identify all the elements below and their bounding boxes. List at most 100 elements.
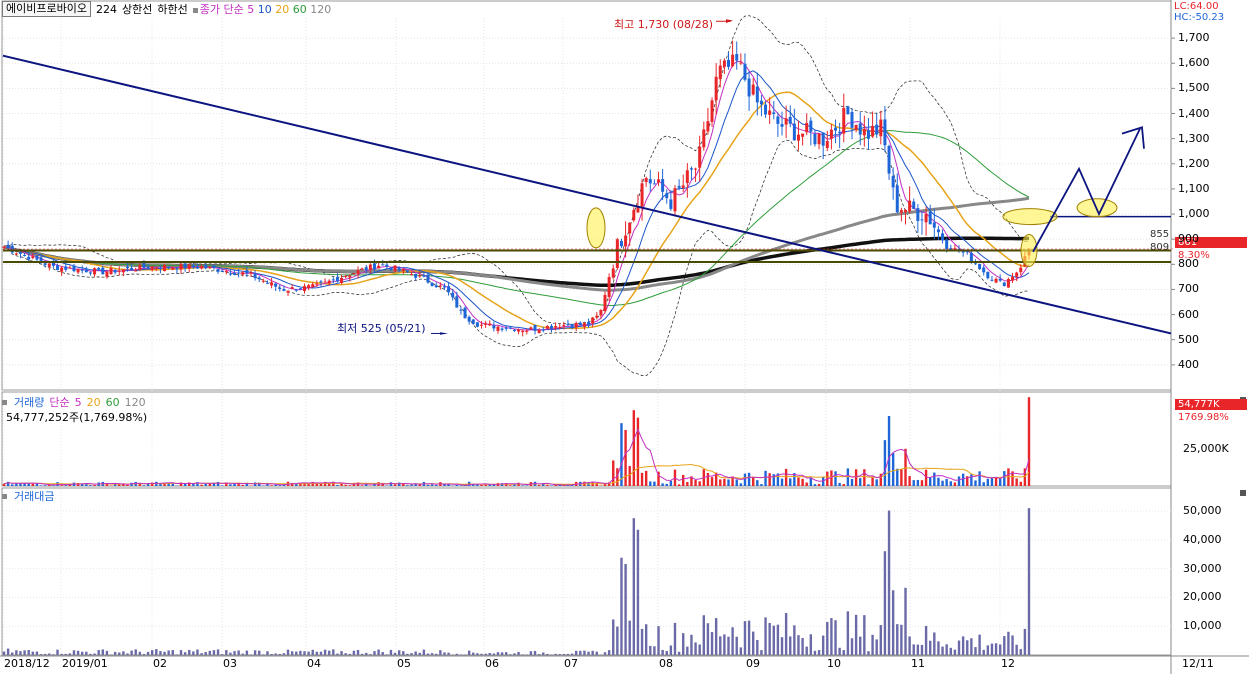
candle <box>237 272 241 274</box>
candle <box>84 269 88 273</box>
volume-bar <box>389 482 393 486</box>
amount-bar <box>274 653 277 655</box>
candle <box>303 286 307 291</box>
candle <box>158 267 162 270</box>
candle <box>179 264 183 270</box>
last-date-label: 12/11 <box>1182 657 1214 670</box>
amount-bar <box>974 647 977 655</box>
volume-bar <box>11 484 14 486</box>
amount-bar <box>11 652 14 655</box>
amount-bar <box>216 649 220 655</box>
amount-bar <box>336 653 339 655</box>
x-tick-label: 02 <box>153 657 167 670</box>
candle <box>611 268 615 278</box>
amount-bar <box>640 628 644 655</box>
volume-bar <box>982 482 985 486</box>
amount-bar <box>624 563 627 655</box>
candle <box>895 185 899 213</box>
candle <box>842 108 846 134</box>
candle <box>146 267 150 269</box>
candle <box>825 141 829 148</box>
amount-bar <box>941 646 944 655</box>
panel-close-icon <box>1240 490 1246 496</box>
candle <box>541 329 545 331</box>
candle <box>64 266 68 270</box>
candle <box>344 276 348 278</box>
amount-bar <box>694 642 697 655</box>
panel-frame <box>1 391 1172 487</box>
candle <box>1011 276 1015 281</box>
volume-bar <box>961 473 965 486</box>
amount-bar <box>68 653 72 655</box>
amount-bar <box>784 612 788 655</box>
volume-bar <box>698 481 701 486</box>
candle <box>817 133 821 145</box>
amount-bar <box>583 650 586 655</box>
candle <box>356 270 360 275</box>
amount-bar <box>612 619 615 655</box>
amount-bar <box>1015 644 1018 655</box>
volume-bar <box>649 481 652 486</box>
volume-bar <box>525 485 528 486</box>
amount-bar <box>949 647 952 655</box>
candle <box>381 264 385 266</box>
price-tick-label: 1,000 <box>1178 207 1210 221</box>
candle <box>862 128 866 136</box>
candle <box>319 281 323 283</box>
candle <box>978 263 982 270</box>
candle <box>973 263 977 265</box>
vol-ma20-label: 20 <box>86 395 101 409</box>
candle <box>282 289 286 291</box>
amount-bar <box>443 652 446 655</box>
amount-bar <box>188 649 191 655</box>
volume-bar <box>1019 481 1022 486</box>
candle <box>171 267 175 270</box>
volume-bar <box>743 473 747 486</box>
candle <box>537 330 541 334</box>
candle <box>648 179 652 184</box>
candle <box>508 327 512 329</box>
candle <box>780 124 784 127</box>
amount-bar <box>352 650 356 655</box>
amount-bar <box>751 631 755 655</box>
candle <box>56 265 60 270</box>
amount-bar <box>649 645 652 655</box>
candle <box>410 274 414 276</box>
price-tick-label: 1,400 <box>1178 106 1210 120</box>
amount-bar <box>373 651 376 655</box>
ma60-label: 60 <box>292 3 307 16</box>
candle <box>68 267 72 269</box>
amount-bar <box>957 640 961 655</box>
volume-bar <box>2 483 6 486</box>
price-tick-label: 1,300 <box>1178 131 1210 145</box>
amount-bar <box>389 649 393 655</box>
low-annotation: 최저 525 (05/21) <box>337 322 426 335</box>
amount-tick-label: 40,000 <box>1183 532 1222 546</box>
candle <box>941 233 945 241</box>
amount-bar <box>397 650 401 655</box>
candle <box>904 210 908 213</box>
amount-bar <box>657 626 660 655</box>
amount-bar <box>620 557 623 655</box>
amount-bar <box>562 653 566 655</box>
candle <box>801 133 805 137</box>
amount-bar <box>19 651 22 655</box>
amount-bar <box>603 652 607 655</box>
amount-bar <box>286 649 290 655</box>
volume-bar <box>200 484 203 486</box>
volume-ma5-line <box>3 428 1030 486</box>
x-tick-label: 08 <box>659 657 673 670</box>
amount-bar <box>356 649 360 655</box>
candle <box>920 219 924 221</box>
volume-bar <box>546 484 549 486</box>
amount-bar <box>439 650 442 655</box>
amount-bar <box>377 649 380 655</box>
amount-bar <box>929 640 932 655</box>
amount-bar <box>669 645 673 655</box>
amount-bar <box>43 653 47 655</box>
candle <box>751 84 755 95</box>
candle <box>788 116 792 124</box>
amount-bar <box>1007 631 1010 655</box>
amount-bar <box>863 615 866 655</box>
stock-name[interactable]: 에이비프로바이오 <box>2 1 91 17</box>
